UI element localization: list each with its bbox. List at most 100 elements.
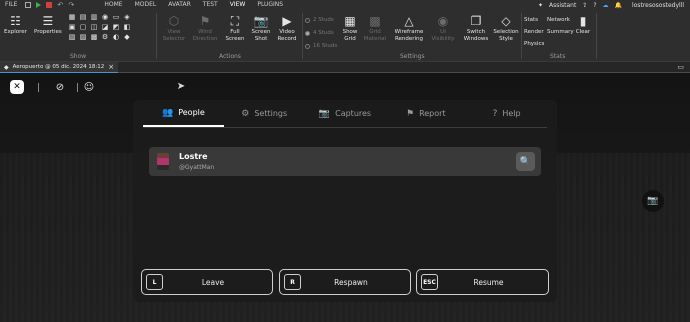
player-row[interactable]: Lostre @GyattMan 🔍 [149, 147, 541, 176]
video-record-button[interactable]: ▶ Video Record [274, 14, 300, 43]
command-bar-icon[interactable]: ▢ [79, 24, 87, 31]
selection-style-button[interactable]: ◇ Selection Style [492, 14, 520, 43]
in-game-menu: 👥 People ⚙ Settings 📷 Captures ⚑ Report … [133, 100, 557, 302]
toolbox-icon[interactable]: ▦ [68, 14, 76, 21]
clear-stats-button[interactable]: ▮ Clear [574, 14, 592, 36]
menu-tabs: 👥 People ⚙ Settings 📷 Captures ⚑ Report … [143, 100, 547, 128]
view-selector-button[interactable]: ⬡ View Selector [160, 14, 188, 43]
respawn-button[interactable]: R Respawn [279, 269, 411, 295]
keyboard-key-hint: R [284, 274, 301, 290]
ui-visibility-button[interactable]: ◉ UI Visibility [428, 14, 458, 43]
resume-button[interactable]: ESC Resume [416, 269, 549, 295]
username-label[interactable]: lostresosostedylll [632, 2, 684, 9]
stats-column-1: Stats Render Physics [524, 14, 544, 50]
capture-camera-button[interactable]: 📷 [642, 190, 664, 212]
gear-icon: ⚙ [241, 108, 250, 119]
team-create-icon[interactable]: ◉ [101, 14, 109, 21]
find-icon[interactable]: ◪ [101, 24, 109, 31]
wireframe-rendering-button[interactable]: △ Wireframe Rendering [392, 14, 426, 43]
breakpoints-icon[interactable]: ⚙ [101, 34, 109, 41]
menu-view[interactable]: VIEW [223, 0, 252, 11]
script-analysis-icon[interactable]: ◫ [90, 24, 98, 31]
avatar [157, 153, 169, 170]
tab-captures[interactable]: 📷 Captures [305, 100, 386, 127]
fullscreen-icon: ⛶ [230, 13, 240, 28]
assistant-icon[interactable]: ✦ [538, 2, 543, 9]
script-performance-icon[interactable]: ◐ [112, 34, 120, 41]
menu-file[interactable]: FILE [0, 0, 23, 10]
chat-off-icon[interactable]: ⊘ [53, 80, 67, 94]
stats-group-label: Stats [550, 53, 566, 60]
inspect-button[interactable]: 🔍 [516, 152, 535, 171]
emote-icon[interactable]: ☺ [82, 80, 96, 94]
camera-icon: 📷 [647, 196, 659, 206]
tab-settings[interactable]: ⚙ Settings [224, 100, 305, 127]
menu-test[interactable]: TEST [197, 0, 224, 10]
full-screen-button[interactable]: ⛶ Full Screen [222, 14, 248, 43]
save-icon[interactable] [25, 2, 32, 8]
output-icon[interactable]: ▣ [68, 24, 76, 31]
summary-stats-toggle[interactable]: Summary [547, 26, 574, 38]
assistant-button[interactable]: Assistant [549, 2, 576, 9]
cloud-icon[interactable]: ☁ [603, 2, 609, 9]
group-separator [521, 13, 522, 59]
show-small-buttons: ▦ ▤ ▥ ◉ ▭ ◈ ▣ ▢ ◫ ◪ ◩ ◧ ▧ ▨ ▩ ⚙ ◐ ◆ [68, 14, 132, 41]
asset-manager-icon[interactable]: ▤ [79, 14, 87, 21]
stats-column-2: Network Summary [547, 14, 574, 38]
bell-icon[interactable]: 🔔 [615, 2, 622, 9]
game-viewport[interactable]: ✕ ⊘ ☺ ➤ 📷 👥 People ⚙ Settings 📷 Captures… [0, 73, 690, 322]
player-display-name: Lostre [179, 152, 208, 161]
cursor-icon: ➤ [176, 80, 186, 92]
document-tab-title: Aeropuerto @ 05 dic. 2024 18:12 [12, 64, 105, 70]
explorer-button[interactable]: ☷ Explorer [4, 14, 27, 36]
callstack-icon[interactable]: ▩ [90, 34, 98, 41]
menu-plugins[interactable]: PLUGINS [251, 0, 289, 10]
radio-icon [305, 18, 310, 23]
keyboard-key-hint: ESC [421, 274, 438, 290]
show-grid-button[interactable]: ▦ Show Grid [340, 14, 360, 43]
close-tab-icon[interactable]: × [108, 63, 114, 71]
help-icon[interactable]: ? [593, 2, 596, 9]
play-icon[interactable] [36, 2, 42, 8]
roblox-place-icon: ◆ [4, 63, 9, 71]
document-tab-bar: ◆ Aeropuerto @ 05 dic. 2024 18:12 × ▭ [0, 62, 690, 73]
undo-icon[interactable]: ↶ [57, 2, 63, 9]
tab-report[interactable]: ⚑ Report [385, 100, 466, 127]
stop-icon[interactable] [46, 2, 53, 8]
stats-toggle[interactable]: Stats [524, 14, 544, 26]
tag-editor-icon[interactable]: ◆ [123, 34, 131, 41]
share-icon[interactable]: ⇪ [582, 2, 587, 9]
screen-shot-button[interactable]: 📷 Screen Shot [248, 14, 274, 43]
group-separator [596, 13, 597, 59]
network-stats-toggle[interactable]: Network [547, 14, 574, 26]
redo-icon[interactable]: ↷ [68, 2, 74, 9]
grid-material-button[interactable]: ▩ Grid Material [362, 14, 388, 43]
tab-people[interactable]: 👥 People [143, 100, 224, 127]
studs-4-option[interactable]: 4 Studs [305, 27, 337, 40]
menu-avatar[interactable]: AVATAR [162, 0, 197, 10]
menu-home[interactable]: HOME [98, 0, 128, 10]
physics-stats-toggle[interactable]: Physics [524, 38, 544, 50]
grid-material-icon: ▩ [369, 13, 381, 28]
leave-button[interactable]: L Leave [141, 269, 273, 295]
debug-icon[interactable]: ▧ [68, 34, 76, 41]
tab-help[interactable]: ? Help [466, 100, 547, 127]
close-menu-button[interactable]: ✕ [10, 80, 24, 94]
switch-windows-button[interactable]: ❐ Switch Windows [460, 14, 492, 43]
watch-icon[interactable]: ▨ [79, 34, 87, 41]
chat-icon[interactable]: ▭ [112, 14, 120, 21]
wind-direction-button[interactable]: ⚑ Wind Direction [190, 14, 220, 43]
task-icon[interactable]: ◩ [112, 24, 120, 31]
stud-options: 2 Studs 4 Studs 16 Studs [305, 14, 337, 53]
tag-icon[interactable]: ◈ [123, 14, 131, 21]
wind-flag-icon: ⚑ [199, 13, 211, 28]
document-tab[interactable]: ◆ Aeropuerto @ 05 dic. 2024 18:12 × [0, 62, 119, 73]
sound-icon[interactable]: ◧ [123, 24, 131, 31]
render-stats-toggle[interactable]: Render [524, 26, 544, 38]
studs-2-option[interactable]: 2 Studs [305, 14, 337, 27]
menu-model[interactable]: MODEL [129, 0, 163, 10]
studs-16-option[interactable]: 16 Studs [305, 40, 337, 53]
terrain-icon[interactable]: ▥ [90, 14, 98, 21]
tab-overflow-icon[interactable]: ▭ [677, 63, 684, 71]
properties-button[interactable]: ☰ Properties [34, 14, 62, 36]
